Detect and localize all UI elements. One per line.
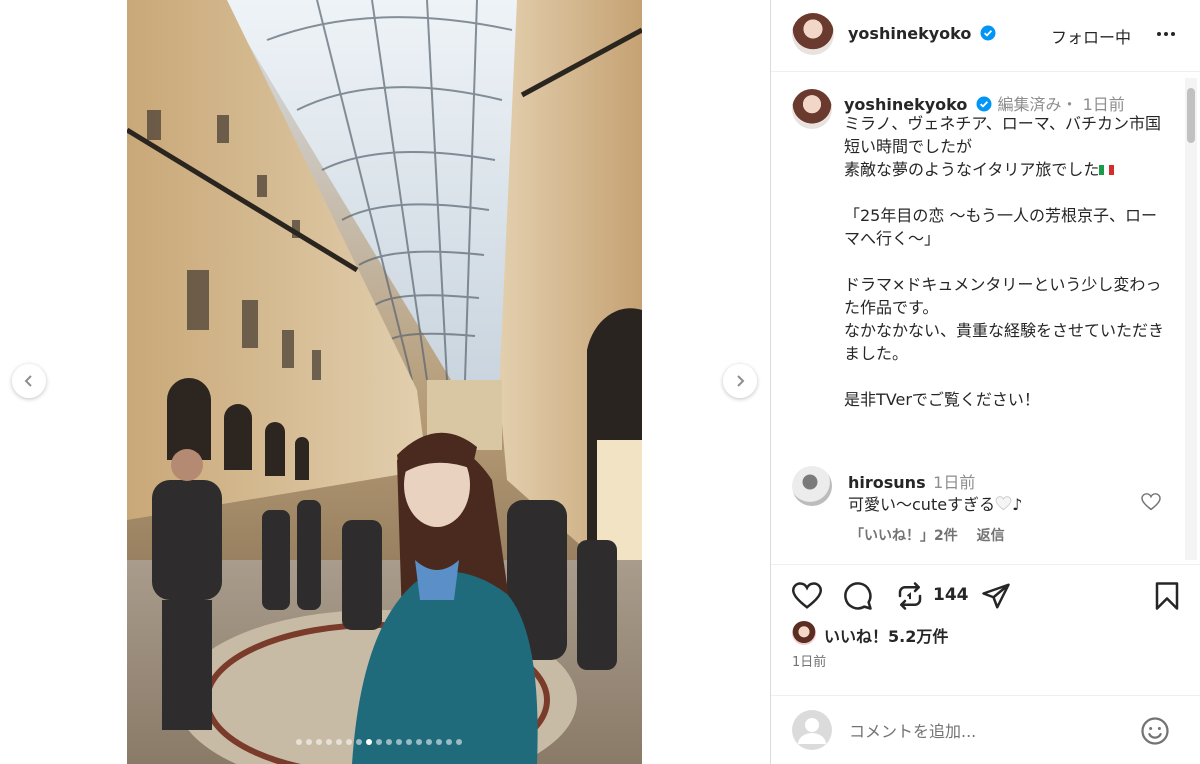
comment-body: 可愛い〜cuteすぎる — [848, 495, 996, 514]
post-details-panel: yoshinekyoko フォロー中 yoshinekyoko 編集済み・ 1日… — [771, 0, 1200, 764]
carousel-dot — [316, 739, 322, 745]
carousel-dot — [306, 739, 312, 745]
chevron-right-icon — [737, 375, 745, 387]
carousel-indicator — [296, 739, 462, 745]
following-button[interactable]: フォロー中 — [1051, 24, 1131, 48]
repost-count: 144 — [933, 585, 969, 605]
comment-text: 可愛い〜cuteすぎる ♪ — [848, 491, 1022, 515]
user-avatar-icon — [792, 710, 832, 750]
scrollbar-thumb[interactable] — [1187, 88, 1195, 143]
reply-link[interactable]: 返信 — [977, 528, 1005, 544]
header-username[interactable]: yoshinekyoko — [848, 24, 971, 43]
italy-flag-icon — [1099, 165, 1115, 175]
chevron-left-icon — [24, 375, 32, 387]
carousel-dot — [346, 739, 352, 745]
verified-badge-icon — [980, 25, 996, 41]
like-comment-icon[interactable] — [1141, 493, 1161, 511]
white-heart-icon — [995, 496, 1012, 511]
carousel-dot — [336, 739, 342, 745]
carousel-dot — [436, 739, 442, 745]
save-bookmark-icon[interactable] — [1154, 581, 1180, 611]
add-comment-bar: コメントを追加... — [771, 695, 1200, 764]
repost-icon[interactable] — [895, 581, 925, 611]
carousel-dot — [376, 739, 382, 745]
more-options-icon[interactable] — [1156, 26, 1176, 42]
carousel-dot — [326, 739, 332, 745]
comment-actions: 「いいね！」2件 返信 — [850, 525, 1019, 545]
liker-avatar[interactable] — [792, 621, 816, 645]
carousel-dot — [356, 739, 362, 745]
comment-likes-link[interactable]: 「いいね！」2件 — [850, 528, 958, 544]
carousel-dot — [406, 739, 412, 745]
comments-scrollbar[interactable] — [1185, 78, 1197, 560]
commenter-avatar[interactable] — [792, 466, 832, 506]
owner-avatar[interactable] — [792, 13, 834, 55]
caption-text: ミラノ、ヴェネチア、ローマ、バチカン市国 短い時間でしたが 素敵な夢のようなイタ… — [844, 112, 1166, 411]
emoji-icon[interactable] — [1140, 716, 1170, 746]
comment-header: hirosuns 1日前 — [848, 469, 975, 493]
previous-photo-button[interactable] — [12, 364, 46, 398]
galleria-photo-illustration — [127, 0, 642, 764]
post-photo[interactable] — [127, 0, 642, 764]
likes-count[interactable]: いいね！5.2万件 — [824, 623, 948, 647]
comment-input[interactable]: コメントを追加... — [849, 718, 976, 742]
caption-avatar[interactable] — [792, 89, 832, 129]
comment-icon[interactable] — [843, 581, 873, 611]
carousel-dot — [416, 739, 422, 745]
media-viewer — [0, 0, 770, 764]
carousel-dot — [386, 739, 392, 745]
comment-time: 1日前 — [933, 473, 976, 492]
post-header: yoshinekyoko フォロー中 — [771, 0, 1200, 72]
like-icon[interactable] — [792, 582, 822, 610]
next-photo-button[interactable] — [723, 364, 757, 398]
comment-suffix: ♪ — [1012, 495, 1023, 514]
carousel-dot — [426, 739, 432, 745]
carousel-dot — [446, 739, 452, 745]
comment-username[interactable]: hirosuns — [848, 473, 926, 492]
post-time[interactable]: 1日前 — [792, 651, 826, 670]
carousel-dot — [296, 739, 302, 745]
comments-section: yoshinekyoko 編集済み・ 1日前 ミラノ、ヴェネチア、ローマ、バチカ… — [771, 73, 1200, 563]
post-actions: 144 いいね！5.2万件 1日前 コメントを追加... — [771, 564, 1200, 764]
share-icon[interactable] — [981, 581, 1011, 611]
verified-badge-icon — [976, 96, 992, 112]
carousel-dot — [366, 739, 372, 745]
caption-text-part2: 「25年目の恋 〜もう一人の芳根京子、ローマへ行く〜」 ドラマ×ドキュメンタリー… — [844, 206, 1165, 409]
carousel-dot — [456, 739, 462, 745]
carousel-dot — [396, 739, 402, 745]
